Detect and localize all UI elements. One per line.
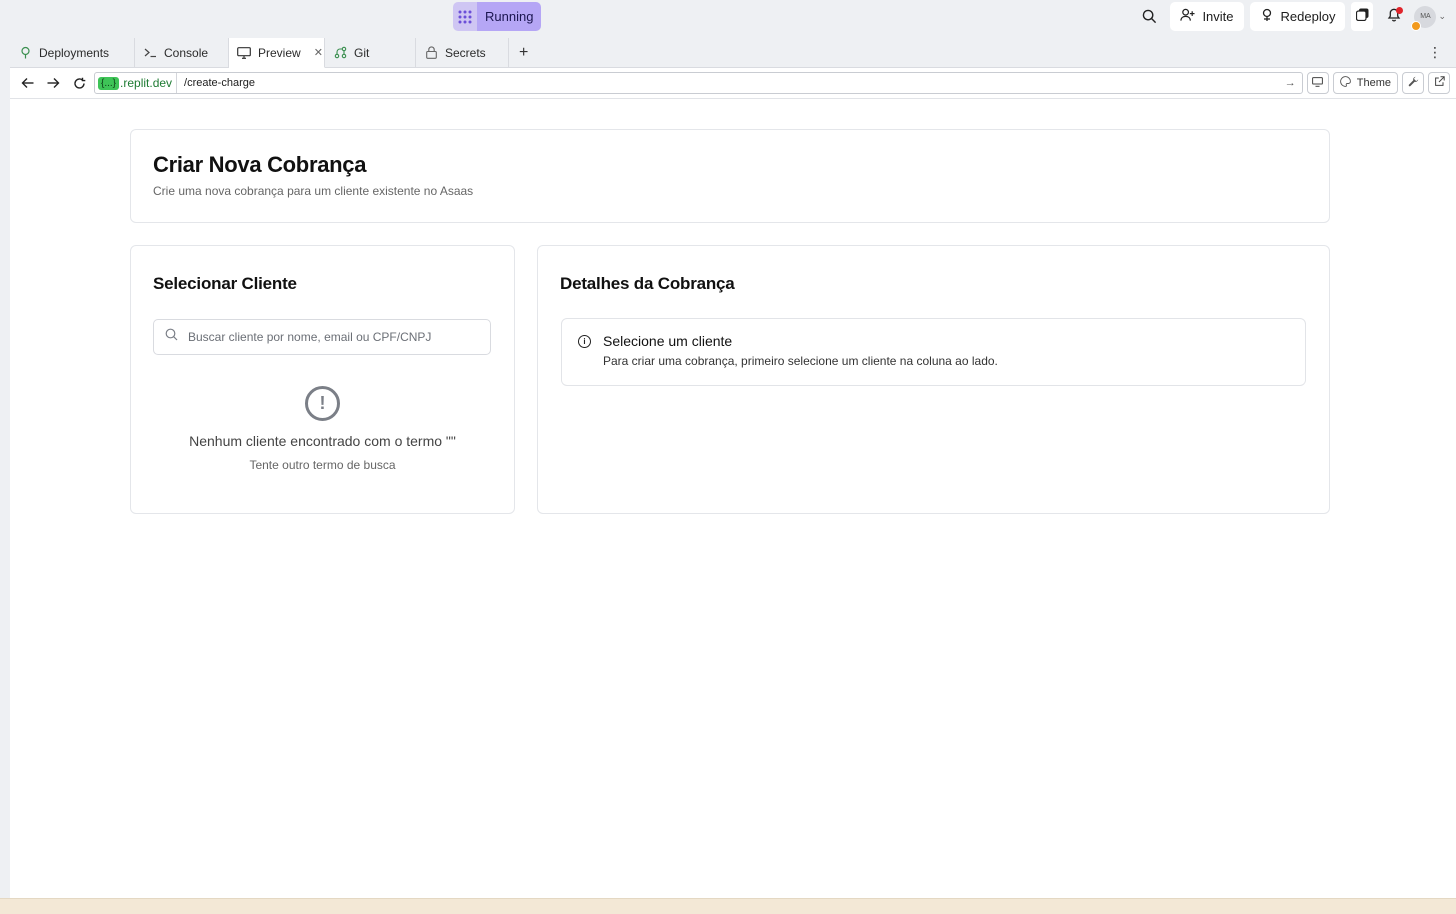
theme-button[interactable]: Theme — [1332, 72, 1398, 94]
alert-description: Para criar uma cobrança, primeiro seleci… — [603, 354, 998, 368]
invite-button[interactable]: Invite — [1170, 2, 1244, 31]
select-client-alert: i Selecione um cliente Para criar uma co… — [561, 318, 1306, 386]
tab-label: Deployments — [39, 45, 110, 60]
add-user-icon — [1180, 8, 1195, 25]
add-tab-button[interactable]: + — [509, 38, 538, 67]
device-preview-button[interactable] — [1306, 72, 1329, 94]
theme-label: Theme — [1356, 77, 1391, 89]
alert-circle-icon: ! — [305, 386, 340, 421]
top-bar: Running Invite Redeploy MA ⌄ — [0, 0, 1456, 38]
page-header-card: Criar Nova Cobrança Crie uma nova cobran… — [130, 129, 1330, 223]
external-link-icon — [1434, 76, 1445, 90]
select-client-card: Selecionar Cliente ! Nenhum cliente enco… — [130, 245, 515, 514]
run-control: Running — [453, 2, 542, 31]
alert-title: Selecione um cliente — [603, 333, 733, 349]
open-new-tab-button[interactable] — [1428, 72, 1450, 94]
tab-label: Git — [354, 45, 370, 60]
deploy-icon — [1260, 8, 1274, 25]
back-arrow-icon[interactable] — [16, 72, 38, 94]
url-bar: {...} .replit.dev /create-charge → Theme — [10, 68, 1456, 99]
chevron-down-icon: ⌄ — [1438, 11, 1446, 21]
account-menu[interactable]: MA ⌄ — [1411, 5, 1446, 31]
tab-console[interactable]: Console — [135, 38, 229, 67]
url-path[interactable]: /create-charge — [177, 77, 1285, 89]
domain-badge: {...} — [98, 76, 120, 90]
client-search-input[interactable] — [188, 330, 478, 344]
tab-preview[interactable]: Preview ✕ — [229, 38, 325, 68]
close-icon[interactable]: ✕ — [314, 46, 323, 59]
top-actions: Invite Redeploy MA ⌄ — [1135, 2, 1446, 31]
preview-pane: Criar Nova Cobrança Crie uma nova cobran… — [10, 99, 1456, 898]
plus-icon: + — [519, 43, 529, 61]
workspace-left-edge — [0, 38, 10, 898]
lock-icon — [424, 46, 438, 60]
redeploy-button[interactable]: Redeploy — [1249, 2, 1346, 31]
empty-state: ! Nenhum cliente encontrado com o termo … — [131, 386, 514, 472]
redeploy-label: Redeploy — [1280, 9, 1336, 24]
domain-text: .replit.dev — [120, 76, 173, 90]
charge-details-title: Detalhes da Cobrança — [560, 274, 735, 293]
layout-toggle-button[interactable] — [1351, 2, 1374, 31]
notification-dot — [1396, 7, 1404, 14]
taskbar-strip — [0, 898, 1456, 914]
dev-domain[interactable]: {...} .replit.dev — [95, 73, 178, 93]
palette-icon — [1339, 76, 1351, 90]
tab-label: Console — [164, 45, 209, 60]
client-search-box[interactable] — [153, 319, 491, 355]
deployments-icon — [18, 46, 32, 60]
wrench-icon — [1408, 76, 1419, 90]
tab-label: Preview — [258, 45, 301, 60]
go-arrow-icon[interactable]: → — [1285, 77, 1302, 89]
layers-icon — [1355, 8, 1369, 26]
monitor-icon — [237, 46, 251, 60]
reload-icon[interactable] — [68, 72, 90, 94]
page-subtitle: Crie uma nova cobrança para um cliente e… — [153, 184, 474, 198]
running-button[interactable]: Running — [477, 2, 542, 31]
tab-bar: Deployments Console Preview ✕ Git Secret… — [10, 38, 1456, 68]
tab-deployments[interactable]: Deployments — [10, 38, 135, 67]
forward-arrow-icon[interactable] — [42, 72, 64, 94]
console-icon — [143, 46, 157, 60]
url-field[interactable]: {...} .replit.dev /create-charge → — [94, 72, 1303, 94]
tab-label: Secrets — [445, 45, 486, 60]
charge-details-card: Detalhes da Cobrança i Selecione um clie… — [537, 245, 1330, 514]
empty-state-subtitle: Tente outro termo de busca — [249, 458, 396, 472]
notifications-button[interactable] — [1379, 2, 1408, 31]
workflow-icon[interactable] — [453, 2, 477, 31]
tab-secrets[interactable]: Secrets — [416, 38, 509, 67]
more-options-icon[interactable]: ⋮ — [1428, 44, 1442, 61]
empty-state-title: Nenhum cliente encontrado com o termo "" — [189, 433, 456, 449]
search-icon — [165, 328, 178, 346]
avatar-badge — [1411, 20, 1422, 31]
monitor-icon — [1312, 76, 1324, 90]
avatar-initials: MA — [1420, 13, 1431, 20]
devtools-button[interactable] — [1402, 72, 1424, 94]
select-client-title: Selecionar Cliente — [153, 274, 297, 293]
tab-git[interactable]: Git — [325, 38, 416, 67]
avatar: MA — [1411, 5, 1437, 31]
search-icon[interactable] — [1135, 2, 1164, 31]
info-icon: i — [578, 335, 591, 348]
page-title: Criar Nova Cobrança — [153, 152, 367, 177]
git-icon — [333, 46, 347, 60]
invite-label: Invite — [1202, 9, 1234, 24]
